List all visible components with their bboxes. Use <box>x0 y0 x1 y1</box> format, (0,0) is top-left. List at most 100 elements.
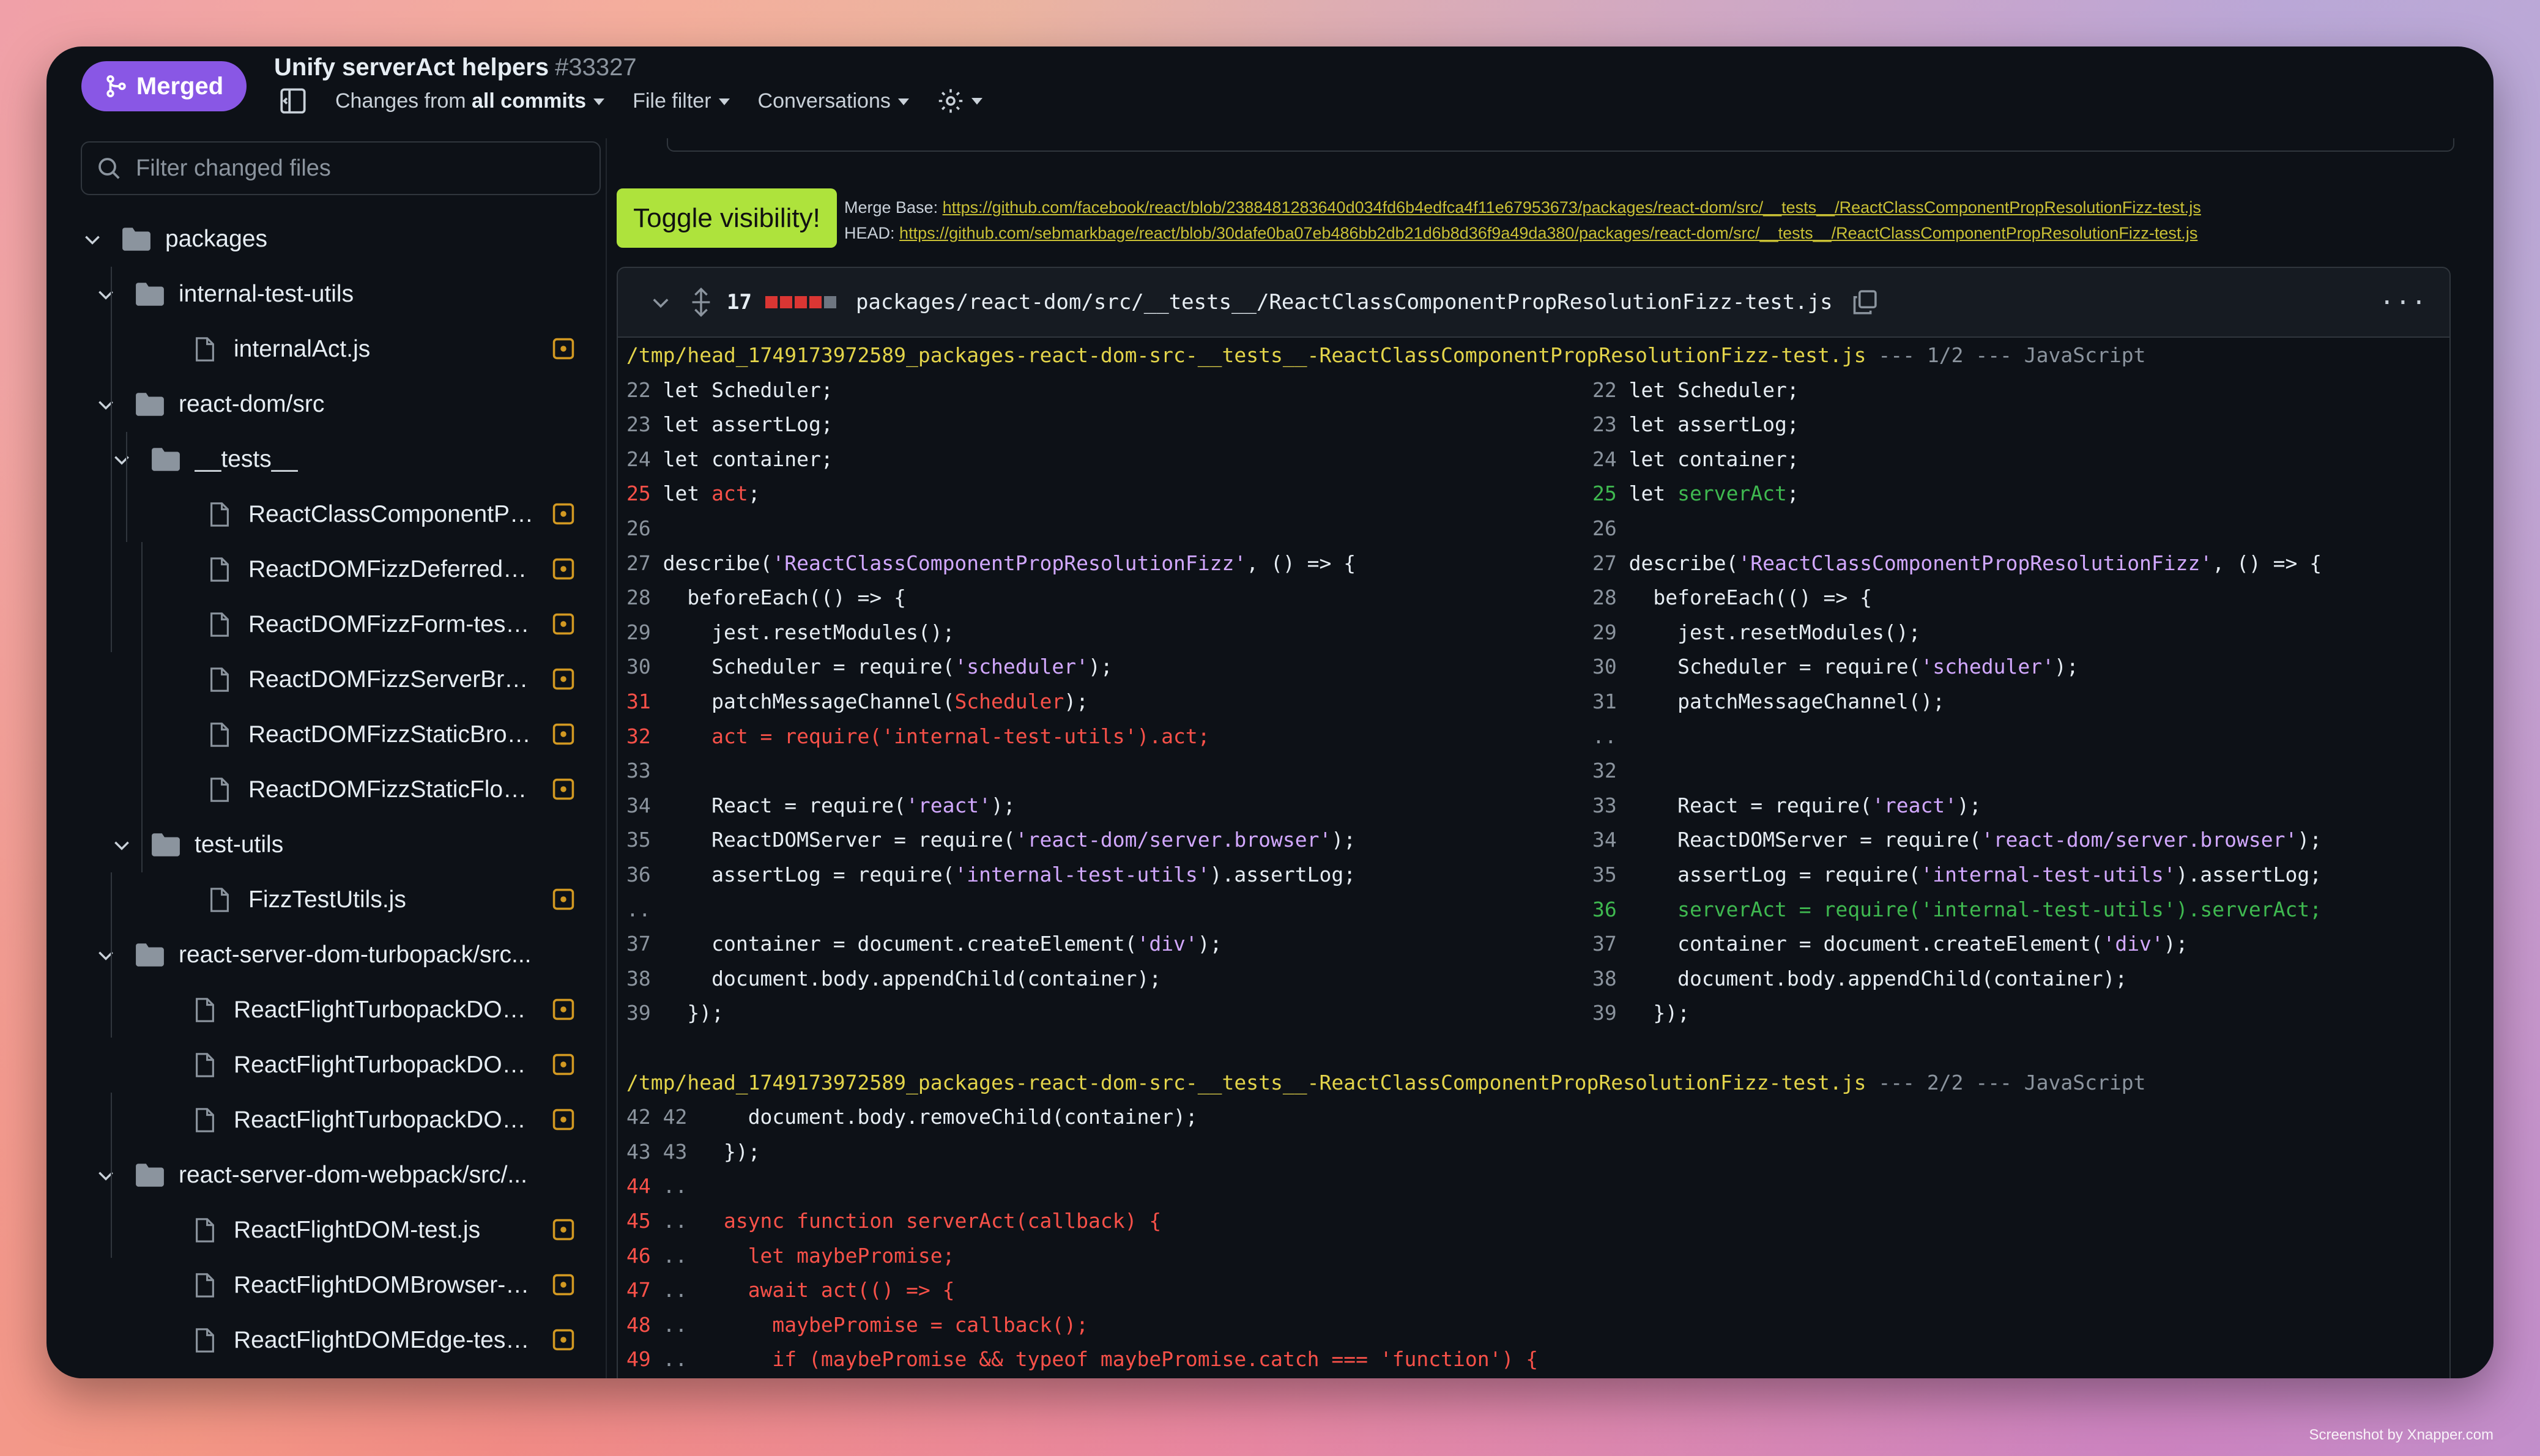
code-line: 24 let container; <box>626 447 833 471</box>
code-line: 42 42 document.body.removeChild(containe… <box>626 1105 1198 1129</box>
code-line: 36 serverAct = require('internal-test-ut… <box>1592 897 2322 921</box>
code-line: 22 let Scheduler; <box>626 377 833 402</box>
diff-code-view: /tmp/head_1749173972589_packages-react-d… <box>617 338 2451 1378</box>
more-options-icon[interactable]: ··· <box>2380 289 2427 317</box>
code-line: 35 assertLog = require('internal-test-ut… <box>1592 863 2322 886</box>
file-path: packages/react-dom/src/__tests__/ReactCl… <box>855 290 1833 314</box>
folder-icon <box>136 283 164 306</box>
merge-base-link[interactable]: https://github.com/facebook/react/blob/2… <box>943 198 2201 217</box>
code-line: 49 .. if (maybePromise && typeof maybePr… <box>626 1347 1539 1372</box>
chevron-down-icon[interactable] <box>95 284 116 305</box>
tree-folder[interactable]: test-utils <box>46 817 606 872</box>
tree-file[interactable]: ReactFlightTurbopackDOM... <box>46 1038 606 1093</box>
code-line: 25 let act; <box>626 481 760 506</box>
search-icon <box>98 158 120 179</box>
file-icon <box>196 1053 214 1077</box>
file-modified-icon <box>552 778 574 800</box>
chevron-down-icon[interactable] <box>95 945 116 965</box>
changes-value: all commits <box>472 89 587 113</box>
chevron-down-icon[interactable] <box>82 229 103 250</box>
tree-item-label: ReactDOMFizzForm-test.js <box>248 611 536 637</box>
tree-file[interactable]: ReactDOMFizzStaticFloat-... <box>46 762 606 817</box>
code-line: 30 Scheduler = require('scheduler'); <box>626 655 1113 679</box>
tree-item-label: ReactFlightDOMEdge-test.js <box>234 1327 536 1353</box>
head-link[interactable]: https://github.com/sebmarkbage/react/blo… <box>899 224 2197 242</box>
code-line: 34 ReactDOMServer = require('react-dom/s… <box>1592 828 2322 852</box>
pr-title-text: Unify serverAct helpers <box>274 54 549 81</box>
tree-folder[interactable]: react-dom/src <box>46 377 606 432</box>
chevron-down-icon[interactable] <box>111 834 132 855</box>
code-line: 22 let Scheduler; <box>1592 377 1799 402</box>
tree-file[interactable]: ReactFlightTurbopackDOM... <box>46 1093 606 1148</box>
tree-item-label: react-server-dom-turbopack/src... <box>179 942 532 968</box>
conversations-dropdown[interactable]: Conversations <box>758 89 909 113</box>
code-line: 47 .. await act(() => { <box>626 1278 955 1302</box>
tree-folder[interactable]: react-server-dom-turbopack/src... <box>46 927 606 982</box>
code-line: 33 <box>626 759 663 783</box>
copy-icon[interactable] <box>1851 289 1878 316</box>
code-line: 39 }); <box>626 1001 724 1025</box>
tree-item-label: react-dom/src <box>179 391 325 417</box>
code-line: 37 container = document.createElement('d… <box>1592 932 2188 956</box>
filter-files-input[interactable] <box>135 154 565 182</box>
tree-file[interactable]: ReactDOMFizzStaticBrows... <box>46 707 606 762</box>
tree-file[interactable]: FizzTestUtils.js <box>46 872 606 927</box>
tree-file[interactable]: ReactClassComponentPro... <box>46 487 606 542</box>
tree-file[interactable]: internalAct.js <box>46 322 606 377</box>
folder-icon <box>136 943 164 967</box>
diffstat-bar <box>765 296 836 308</box>
tree-folder[interactable]: __tests__ <box>46 432 606 487</box>
file-icon <box>210 667 229 692</box>
file-icon <box>196 1273 214 1298</box>
tree-file[interactable]: ReactFlightDOM-test.js <box>46 1203 606 1258</box>
tree-folder[interactable]: react-server-dom-webpack/src/... <box>46 1148 606 1203</box>
toggle-visibility-button[interactable]: Toggle visibility! <box>617 188 837 248</box>
code-line: 30 Scheduler = require('scheduler'); <box>1592 655 2079 679</box>
chevron-down-icon[interactable] <box>95 1165 116 1186</box>
folder-icon <box>122 228 150 251</box>
tree-item-label: FizzTestUtils.js <box>248 886 406 913</box>
code-line: 23 let assertLog; <box>626 412 833 437</box>
merged-badge: Merged <box>81 61 247 111</box>
chevron-down-icon[interactable] <box>95 394 116 415</box>
tree-item-label: react-server-dom-webpack/src/... <box>179 1162 527 1188</box>
watermark: Screenshot by Xnapper.com <box>2309 1427 2494 1443</box>
tree-file[interactable]: ReactDOMFizzServerBrow... <box>46 652 606 707</box>
tree-folder[interactable]: internal-test-utils <box>46 267 606 322</box>
folder-icon <box>152 448 180 471</box>
tree-file[interactable]: ReactFlightDOMEdge-test.js <box>46 1313 606 1368</box>
file-filter-dropdown[interactable]: File filter <box>633 89 730 113</box>
tree-folder[interactable]: packages <box>46 212 606 267</box>
filter-files-box[interactable] <box>81 141 601 195</box>
code-line: .. <box>1592 724 1629 748</box>
file-icon <box>210 722 229 747</box>
code-line: 26 <box>626 516 663 540</box>
code-line: 44 .. <box>626 1174 700 1198</box>
settings-dropdown[interactable] <box>937 87 982 114</box>
code-line: 46 .. let maybePromise; <box>626 1243 955 1268</box>
pr-title: Unify serverAct helpers #33327 <box>274 54 637 81</box>
code-line: 29 jest.resetModules(); <box>1592 620 1921 644</box>
changes-dropdown[interactable]: Changes from all commits <box>335 89 605 113</box>
code-line: 25 let serverAct; <box>1592 481 1799 506</box>
chevron-down-icon[interactable] <box>111 449 132 470</box>
tree-file[interactable]: ReactFlightDOMBrowser-te... <box>46 1258 606 1313</box>
file-icon <box>196 337 214 362</box>
tree-file[interactable]: ReactFlightTurbopackDOM-... <box>46 982 606 1038</box>
changes-prefix: Changes from <box>335 89 466 113</box>
chevron-down-icon[interactable] <box>650 291 672 313</box>
file-modified-icon <box>552 338 574 360</box>
sidebar-toggle-icon[interactable] <box>279 87 307 115</box>
tree-file[interactable]: ReactDOMFizzForm-test.js <box>46 597 606 652</box>
tree-item-label: ReactDOMFizzServerBrow... <box>248 666 536 693</box>
tree-file[interactable]: ReactDOMFizzDeferredVal... <box>46 542 606 597</box>
tree-guide-line <box>126 432 127 542</box>
chevron-down-icon <box>718 98 730 106</box>
code-line: 29 jest.resetModules(); <box>626 620 955 644</box>
merge-base-label: Merge Base: <box>844 198 938 217</box>
expand-icon[interactable] <box>689 288 713 317</box>
file-icon <box>210 502 229 527</box>
folder-icon <box>152 833 180 856</box>
tree-item-label: ReactClassComponentPro... <box>248 501 536 527</box>
pr-toolbar: Changes from all commits File filter Con… <box>279 87 982 115</box>
